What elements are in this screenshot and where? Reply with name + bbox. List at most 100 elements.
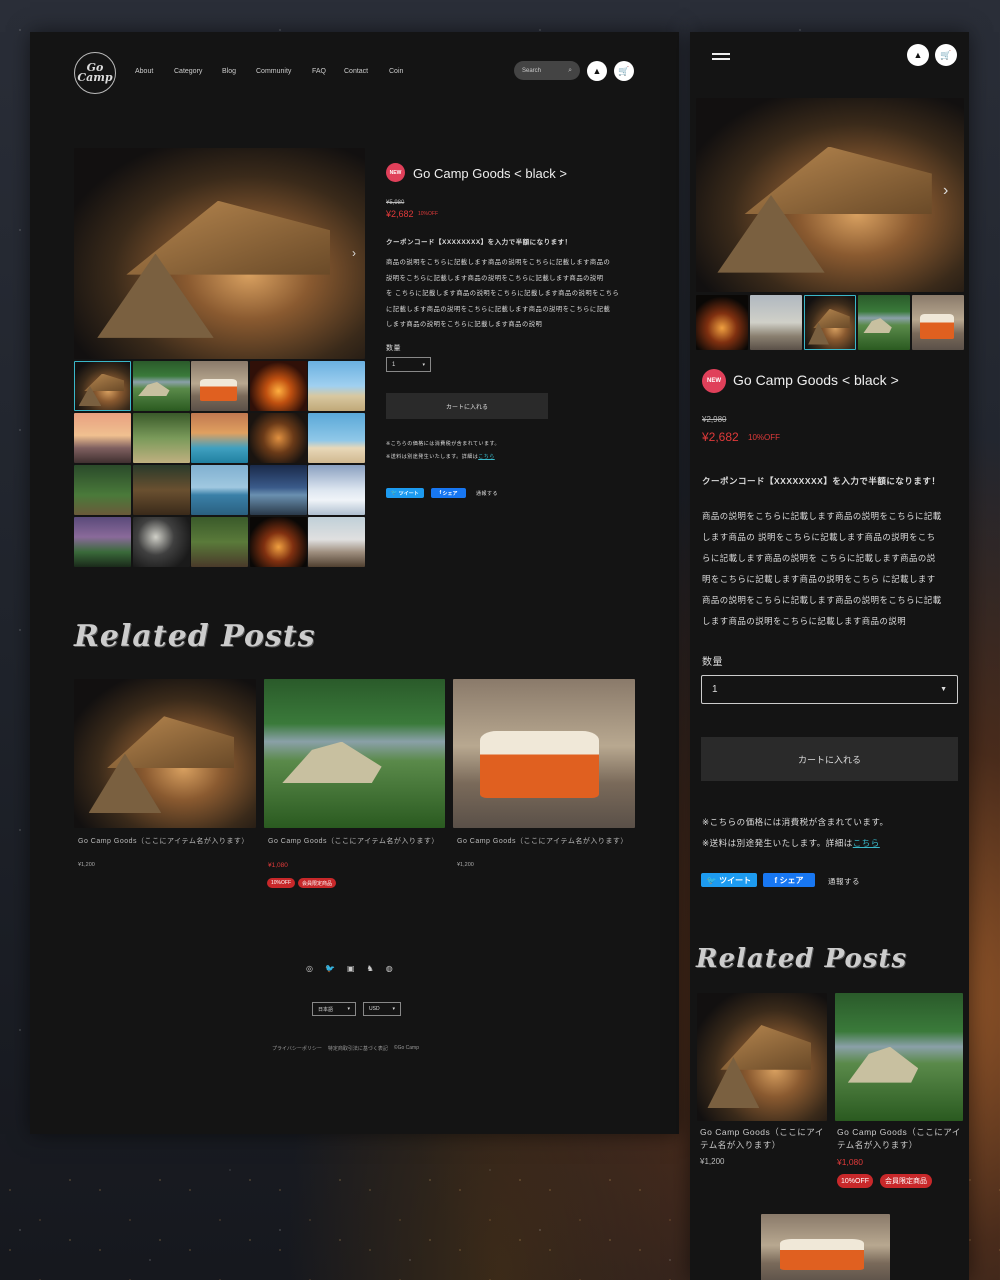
go-camp-logo[interactable]: Go Camp [74, 52, 116, 94]
thumbnail-image[interactable] [804, 295, 856, 350]
commercial-law-link[interactable]: 特定商取引法に基づく表記 [328, 1045, 388, 1052]
facebook-share-button[interactable]: f シェア [763, 873, 815, 887]
currency-select[interactable]: USD ▾ [363, 1002, 401, 1016]
related-item-image[interactable] [74, 679, 256, 828]
add-to-cart-button[interactable]: カートに入れる [701, 737, 958, 781]
thumbnail-image[interactable] [308, 465, 365, 515]
quantity-label: 数量 [386, 345, 401, 352]
shipping-details-link[interactable]: こちら [853, 838, 880, 848]
thumbnail-image[interactable] [74, 361, 131, 411]
desktop-preview: Go Camp About Category Blog Community FA… [30, 32, 679, 1134]
quantity-select[interactable]: 1 ▾ [386, 357, 431, 372]
share-label: シェア [442, 490, 458, 497]
thumbnail-image[interactable] [249, 413, 307, 463]
shipping-details-link[interactable]: こちら [478, 454, 495, 460]
language-select[interactable]: 日本語 ▾ [312, 1002, 356, 1016]
search-input[interactable]: Search [522, 68, 541, 74]
nav-blog[interactable]: Blog [222, 68, 236, 75]
instagram-icon[interactable]: ◎ [306, 964, 313, 973]
thumbnail-image[interactable] [132, 361, 190, 411]
thumbnail-image[interactable] [308, 361, 365, 411]
related-item-image[interactable] [835, 993, 963, 1121]
cart-icon[interactable]: 🛒 [935, 44, 957, 66]
thumbnail-image[interactable] [74, 517, 131, 567]
thumbnail-image[interactable] [696, 295, 748, 350]
campfire-icon[interactable]: ▲ [907, 44, 929, 66]
shipping-note: ※送料は別途発生いたします。詳細はこちら [386, 453, 495, 460]
related-item-name[interactable]: Go Camp Goods（ここにアイテム名が入ります） [700, 1126, 826, 1152]
thumbnail-image[interactable] [191, 361, 248, 411]
thumbnail-image[interactable] [308, 413, 365, 463]
old-price: ¥5,980 [386, 200, 405, 206]
nav-coin[interactable]: Coin [389, 68, 403, 75]
coupon-text: クーポンコード【XXXXXXXX】を入力で半額になります！ [386, 239, 572, 246]
nav-contact[interactable]: Contact [344, 68, 368, 75]
thumbnail-image[interactable] [74, 465, 131, 515]
description-line: 商品の説明をこちらに記載します商品の説明をこちらに記載します商品の [386, 259, 611, 266]
quantity-label: 数量 [702, 657, 723, 668]
discount-tag: 10%OFF [267, 878, 296, 888]
thumbnail-image[interactable] [858, 295, 910, 350]
facebook-share-button[interactable]: f シェア [431, 488, 466, 498]
report-link[interactable]: 通報する [476, 490, 498, 497]
report-link[interactable]: 通報する [828, 876, 860, 887]
main-product-image[interactable] [696, 98, 964, 292]
twitter-icon: 🐦 [706, 875, 717, 885]
twitter-icon[interactable]: 🐦 [325, 964, 335, 973]
hamburger-menu-icon[interactable] [712, 50, 730, 60]
thumbnail-image[interactable] [132, 413, 190, 463]
campfire-icon[interactable]: ▲ [587, 61, 607, 81]
thumbnail-image[interactable] [74, 413, 131, 463]
nav-category[interactable]: Category [174, 68, 202, 75]
related-item-name[interactable]: Go Camp Goods（ここにアイテム名が入ります） [268, 836, 440, 847]
main-product-image[interactable] [74, 148, 365, 359]
thumbnail-image[interactable] [132, 517, 190, 567]
related-item-name[interactable]: Go Camp Goods（ここにアイテム名が入ります） [837, 1126, 963, 1152]
quantity-select[interactable]: 1 ▼ [701, 675, 958, 704]
thumbnail-image[interactable] [912, 295, 964, 350]
related-item-name[interactable]: Go Camp Goods（ここにアイテム名が入ります） [457, 836, 629, 847]
thumbnail-image[interactable] [750, 295, 802, 350]
privacy-policy-link[interactable]: プライバシーポリシー [272, 1045, 322, 1052]
add-to-cart-button[interactable]: カートに入れる [386, 393, 548, 419]
shipping-note: ※送料は別途発生いたします。詳細はこちら [702, 837, 880, 849]
footer-links: プライバシーポリシー 特定商取引法に基づく表記 ©Go Camp [272, 1045, 419, 1052]
next-image-arrow-icon[interactable]: › [943, 182, 948, 200]
facebook-icon[interactable]: ▣ [347, 964, 355, 973]
discount-label: 10%OFF [418, 211, 439, 217]
description-line: します商品の説明をこちらに記載します商品の説明 [386, 321, 543, 328]
tweet-button[interactable]: 🐦 ツイート [386, 488, 424, 498]
nav-community[interactable]: Community [256, 68, 291, 75]
quantity-value: 1 [392, 361, 396, 368]
thumbnail-image[interactable] [249, 361, 307, 411]
chevron-down-icon: ▾ [422, 361, 425, 368]
search-box[interactable]: Search ⌕ [514, 61, 580, 80]
related-item-name[interactable]: Go Camp Goods（ここにアイテム名が入ります） [78, 836, 250, 847]
thumbnail-image[interactable] [308, 517, 365, 567]
thumbnail-image[interactable] [249, 465, 307, 515]
description-line: 明をこちらに記載します商品の説明をこちら に記載します [702, 574, 936, 584]
nav-faq[interactable]: FAQ [312, 68, 326, 75]
nav-about[interactable]: About [135, 68, 153, 75]
tweet-button[interactable]: 🐦 ツイート [701, 873, 757, 887]
related-item-image[interactable] [453, 679, 635, 828]
related-posts-heading: Related Posts [74, 619, 316, 654]
old-price: ¥2,980 [702, 415, 727, 424]
description-line: らに記載します商品の説明を こちらに記載します商品の説 [702, 553, 936, 563]
tax-note: ※こちらの価格には消費税が含まれています。 [702, 817, 889, 827]
thumbnail-image[interactable] [249, 517, 307, 567]
related-item-image[interactable] [697, 993, 827, 1121]
thumbnail-image[interactable] [191, 465, 248, 515]
next-image-arrow-icon[interactable]: › [352, 246, 356, 260]
thumbnail-image[interactable] [132, 465, 190, 515]
thumbnail-image[interactable] [191, 413, 248, 463]
logo-line2: Camp [77, 71, 113, 84]
line-icon[interactable]: ◍ [386, 964, 393, 973]
product-title: Go Camp Goods < black > [413, 166, 567, 181]
related-item-image[interactable] [761, 1214, 890, 1280]
cart-icon[interactable]: 🛒 [614, 61, 634, 81]
related-item-image[interactable] [264, 679, 445, 828]
suzuri-icon[interactable]: ♞ [367, 964, 374, 973]
description-line: します商品の説明をこちらに記載します商品の説明 [702, 616, 907, 626]
thumbnail-image[interactable] [191, 517, 248, 567]
